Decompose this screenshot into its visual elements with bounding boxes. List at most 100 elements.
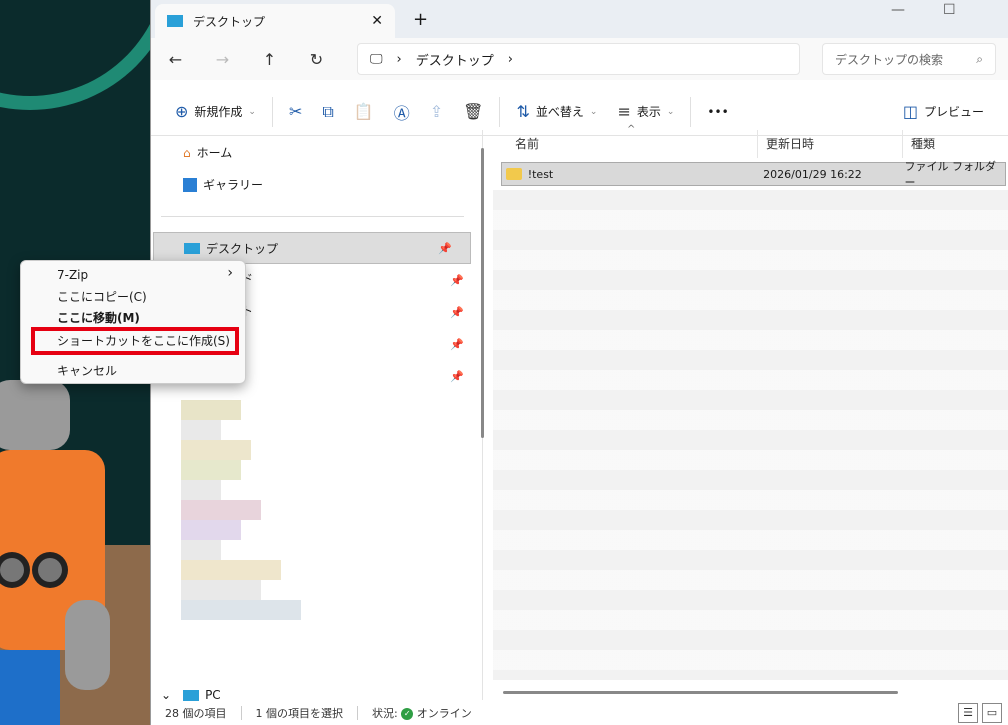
column-type[interactable]: 種類	[903, 130, 1008, 158]
refresh-button[interactable]: ↻	[304, 50, 329, 69]
column-header: ^ 名前 更新日時 種類	[483, 130, 1008, 158]
sort-label: 並べ替え	[536, 103, 584, 120]
chevron-right-icon: ›	[227, 265, 233, 281]
desktop-folder-icon	[167, 15, 183, 27]
blurred-file-rows	[493, 190, 1008, 680]
status-value: オンライン	[417, 707, 472, 720]
nav-label: ホーム	[197, 144, 233, 161]
pin-icon[interactable]: 📌	[450, 370, 464, 383]
breadcrumb-desktop[interactable]: デスクトップ	[416, 50, 494, 69]
menu-item-copy-here[interactable]: ここにコピー(C)	[57, 287, 147, 307]
status-bar: 28 個の項目 1 個の項目を選択 状況: ✓ オンライン ☰▭	[151, 700, 1008, 725]
sort-caret-icon: ^	[627, 124, 635, 135]
item-count: 28 個の項目	[165, 705, 227, 721]
pc-icon	[183, 690, 199, 701]
pin-icon[interactable]: 📌	[438, 242, 452, 255]
pin-icon[interactable]: 📌	[450, 338, 464, 351]
share-icon: ⇪	[430, 102, 443, 121]
back-button[interactable]: ←	[163, 50, 188, 69]
trash-icon: 🗑	[463, 102, 483, 121]
menu-item-move-here[interactable]: ここに移動(M)	[57, 308, 140, 328]
chevron-right-icon[interactable]: ›	[508, 52, 513, 67]
menu-item-create-shortcut[interactable]: ショートカットをここに作成(S)	[57, 331, 230, 351]
chevron-down-icon: ⌄	[667, 107, 675, 117]
sort-button[interactable]: ⇅ 並べ替え ⌄	[506, 96, 607, 128]
gallery-icon	[183, 178, 197, 192]
paste-button[interactable]: 📋	[344, 96, 384, 128]
chevron-down-icon: ⌄	[248, 107, 256, 117]
search-icon: ⌕	[976, 52, 983, 67]
pc-icon: 🖵	[370, 52, 383, 67]
list-icon: ≡	[617, 102, 630, 121]
file-type: ファイル フォルダー	[904, 158, 1005, 190]
search-placeholder: デスクトップの検索	[835, 51, 943, 68]
details-view-button[interactable]: ☰	[958, 703, 978, 723]
chevron-right-icon[interactable]: ›	[396, 52, 401, 67]
file-name: !test	[528, 168, 763, 181]
status-label: 状況:	[372, 707, 398, 720]
file-list: ^ 名前 更新日時 種類 !test 2026/01/29 16:22 ファイル…	[483, 130, 1008, 700]
paste-icon: 📋	[354, 102, 374, 121]
context-menu: 7-Zip › ここにコピー(C) ここに移動(M) ショートカットをここに作成…	[20, 260, 246, 384]
nav-item-home[interactable]: ⌂ ホーム	[183, 144, 232, 161]
tab-title: デスクトップ	[193, 13, 265, 30]
file-date: 2026/01/29 16:22	[763, 168, 904, 181]
scissors-icon: ✂	[289, 102, 302, 121]
up-button[interactable]: ↑	[257, 50, 282, 69]
maximize-button[interactable]: ☐	[943, 2, 956, 18]
file-explorer-window: デスクトップ ✕ + — ☐ ← → ↑ ↻ 🖵 › デスクトップ › デスクト…	[150, 0, 1008, 725]
copy-icon: ⧉	[322, 102, 333, 122]
new-label: 新規作成	[194, 103, 242, 120]
column-name[interactable]: 名前	[483, 130, 758, 158]
chevron-down-icon: ⌄	[590, 107, 598, 117]
copy-button[interactable]: ⧉	[312, 96, 343, 128]
menu-item-7zip[interactable]: 7-Zip	[57, 265, 88, 285]
plus-circle-icon: ⊕	[175, 102, 188, 121]
column-date[interactable]: 更新日時	[758, 130, 903, 158]
divider	[161, 216, 464, 217]
menu-item-cancel[interactable]: キャンセル	[57, 361, 117, 381]
pin-icon[interactable]: 📌	[450, 274, 464, 287]
tab-desktop[interactable]: デスクトップ ✕	[155, 4, 395, 38]
rename-icon: Ⓐ	[394, 100, 410, 124]
new-tab-button[interactable]: +	[413, 9, 428, 30]
nav-label: ギャラリー	[203, 176, 263, 193]
preview-button[interactable]: ◫ プレビュー	[893, 96, 994, 128]
more-button[interactable]: •••	[697, 96, 738, 128]
close-tab-icon[interactable]: ✕	[371, 13, 383, 29]
command-bar: ⊕ 新規作成 ⌄ ✂ ⧉ 📋 Ⓐ ⇪ 🗑 ⇅ 並べ替え ⌄ ≡ 表示 ⌄ ••• ◫ プレビュ…	[151, 88, 1008, 136]
tiles-view-button[interactable]: ▭	[982, 703, 1002, 723]
sort-icon: ⇅	[516, 102, 529, 121]
online-icon: ✓	[401, 708, 413, 720]
cut-button[interactable]: ✂	[279, 96, 312, 128]
folder-icon	[506, 168, 522, 180]
horizontal-scrollbar[interactable]	[503, 691, 898, 694]
more-icon: •••	[707, 105, 728, 119]
blurred-nav-items	[181, 400, 301, 620]
wallpaper-arc	[0, 0, 152, 110]
share-button[interactable]: ⇪	[420, 96, 453, 128]
desktop-icon	[184, 243, 200, 254]
pin-icon[interactable]: 📌	[450, 306, 464, 319]
nav-item-gallery[interactable]: ギャラリー	[183, 176, 263, 193]
preview-label: プレビュー	[924, 103, 984, 120]
delete-button[interactable]: 🗑	[453, 96, 493, 128]
view-label: 表示	[637, 103, 661, 120]
address-input[interactable]: 🖵 › デスクトップ ›	[357, 43, 800, 75]
home-icon: ⌂	[183, 146, 191, 160]
minimize-button[interactable]: —	[891, 2, 905, 18]
search-input[interactable]: デスクトップの検索 ⌕	[822, 43, 996, 75]
address-bar-row: ← → ↑ ↻ 🖵 › デスクトップ › デスクトップの検索 ⌕	[151, 38, 1008, 80]
preview-pane-icon: ◫	[903, 102, 918, 121]
forward-button[interactable]: →	[210, 50, 235, 69]
sync-status: 状況: ✓ オンライン	[372, 705, 472, 721]
view-button[interactable]: ≡ 表示 ⌄	[607, 96, 684, 128]
navigation-pane: ⌂ホーム ギャラリー デスクトップ📌 ド ト 📌 📌 📌 📌 ⌄PC	[151, 130, 483, 700]
title-bar: デスクトップ ✕ + — ☐	[151, 0, 1008, 38]
new-button[interactable]: ⊕ 新規作成 ⌄	[165, 96, 266, 128]
wallpaper-cat-illustration	[0, 380, 120, 725]
rename-button[interactable]: Ⓐ	[384, 96, 420, 128]
nav-label: デスクトップ	[206, 240, 278, 257]
selected-count: 1 個の項目を選択	[256, 705, 344, 721]
table-row[interactable]: !test 2026/01/29 16:22 ファイル フォルダー	[501, 162, 1006, 186]
